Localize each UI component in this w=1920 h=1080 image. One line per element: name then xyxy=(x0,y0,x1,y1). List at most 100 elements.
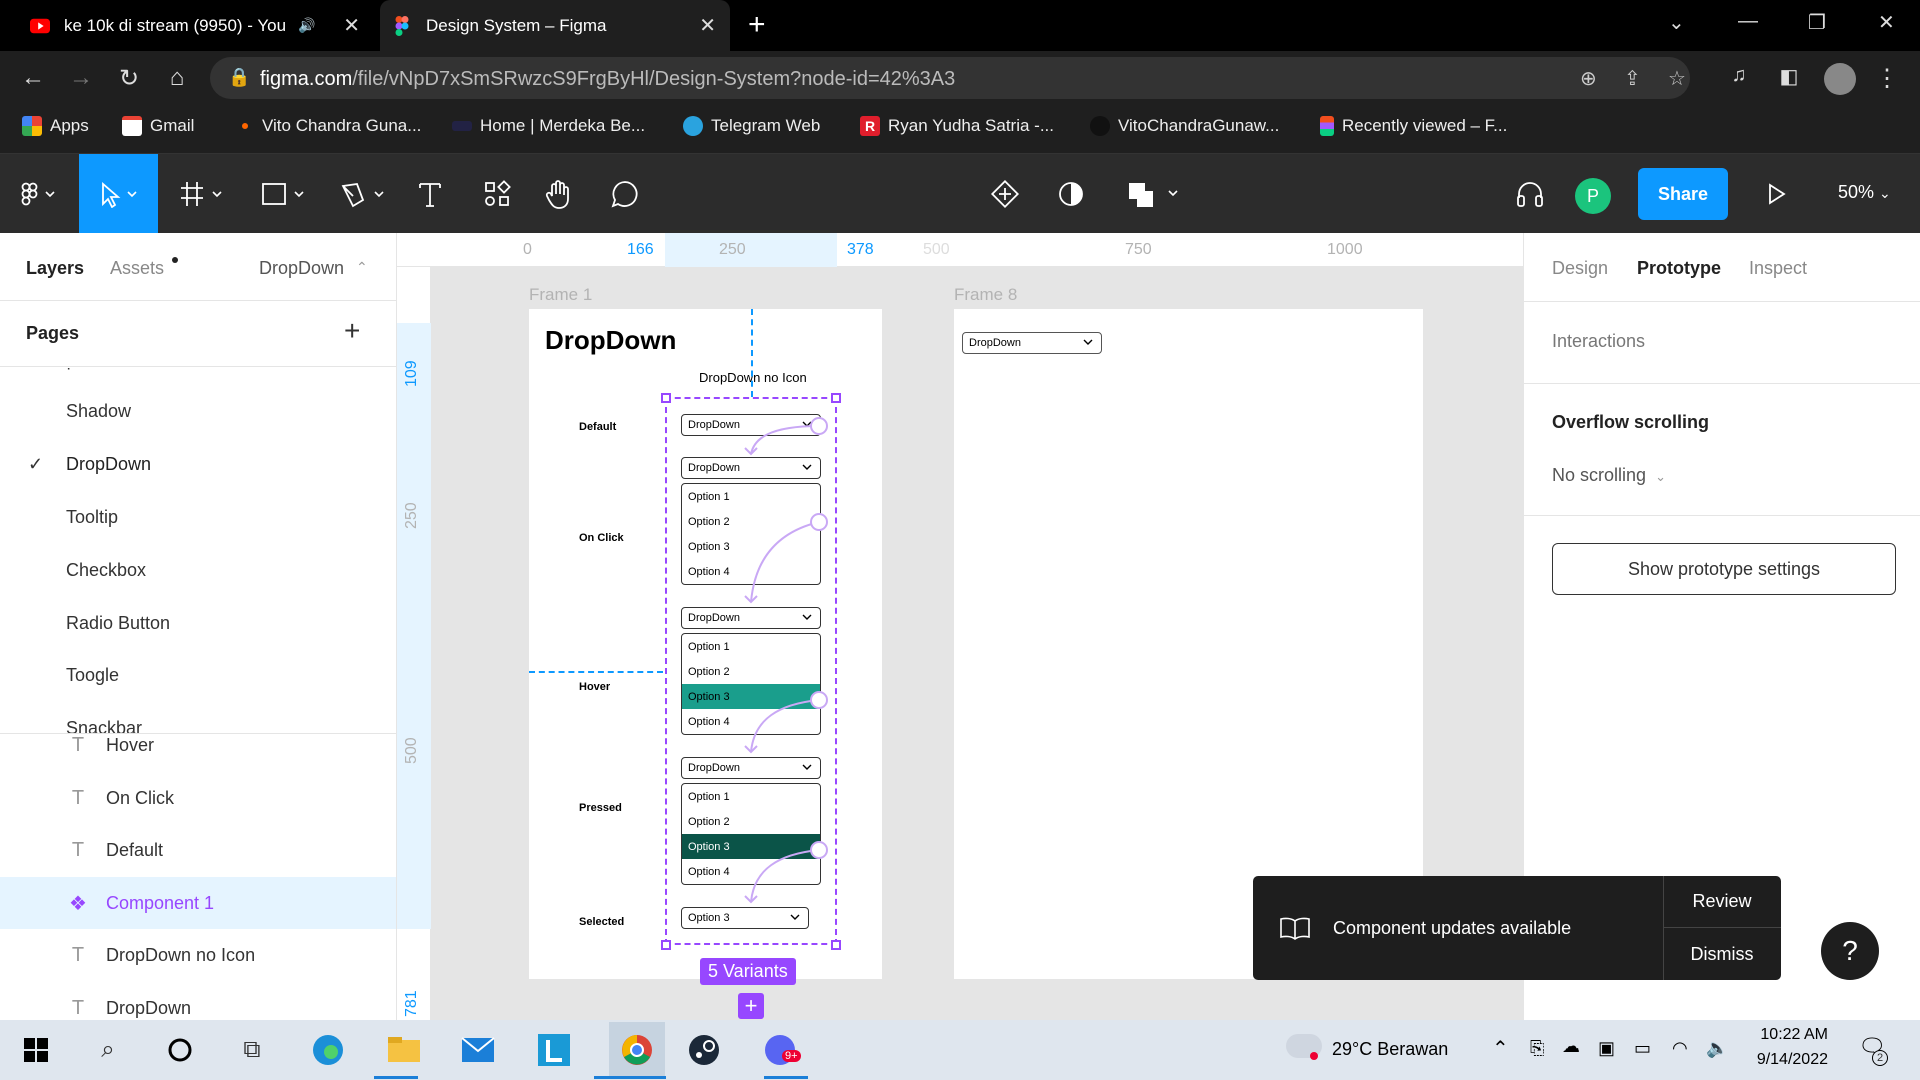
overflow-select[interactable]: No scrolling ⌄ xyxy=(1552,465,1666,486)
speaker-icon[interactable]: 🔊 xyxy=(298,17,315,34)
page-item-snackbar[interactable]: Snackbar xyxy=(66,718,142,733)
chrome-icon[interactable] xyxy=(609,1022,665,1078)
steam-icon[interactable] xyxy=(684,1030,724,1070)
layer-item[interactable]: T Hover xyxy=(0,733,396,771)
hand-tool[interactable] xyxy=(534,154,584,233)
chevron-up-icon[interactable]: ⌃ xyxy=(356,259,368,276)
close-window-icon[interactable]: ✕ xyxy=(1878,10,1895,35)
bookmark-vito[interactable]: Vito Chandra Guna... xyxy=(242,116,421,136)
move-tool[interactable] xyxy=(79,154,158,233)
review-button[interactable]: Review xyxy=(1663,876,1781,928)
component-set-selection[interactable] xyxy=(665,397,837,945)
tab-inspect[interactable]: Inspect xyxy=(1749,258,1807,279)
page-item-checkbox[interactable]: Checkbox xyxy=(66,560,146,581)
back-icon[interactable]: ← xyxy=(18,64,48,92)
layer-item-selected[interactable]: ❖ Component 1 xyxy=(0,877,396,929)
display-icon[interactable]: ▣ xyxy=(1598,1038,1615,1059)
bookmark-telegram[interactable]: Telegram Web xyxy=(683,116,820,136)
bookmark-github[interactable]: VitoChandraGunaw... xyxy=(1090,116,1279,136)
meet-now-icon[interactable]: ⎘ xyxy=(1530,1038,1544,1059)
start-button[interactable] xyxy=(16,1030,56,1070)
clock-date[interactable]: 9/14/2022 xyxy=(1746,1051,1828,1069)
search-icon[interactable]: ⌕ xyxy=(88,1030,128,1070)
frame-label[interactable]: Frame 1 xyxy=(529,285,592,305)
tab-youtube[interactable]: ke 10k di stream (9950) - You 🔊 ✕ xyxy=(14,0,374,51)
weather-text[interactable]: 29°C Berawan xyxy=(1332,1039,1448,1060)
bookmark-apps[interactable]: Apps xyxy=(22,116,89,136)
help-button[interactable]: ? xyxy=(1821,922,1879,980)
resize-handle[interactable] xyxy=(661,940,671,950)
add-variant-button[interactable]: + xyxy=(738,993,764,1019)
wifi-icon[interactable]: ◠ xyxy=(1672,1038,1688,1059)
page-item-toogle[interactable]: Toogle xyxy=(66,665,119,686)
volume-icon[interactable]: 🔈 xyxy=(1706,1038,1728,1059)
home-icon[interactable]: ⌂ xyxy=(162,64,192,92)
close-tab-icon[interactable]: ✕ xyxy=(343,13,360,38)
page-item-tooltip[interactable]: Tooltip xyxy=(66,507,118,528)
comment-tool[interactable] xyxy=(600,154,650,233)
show-prototype-settings-button[interactable]: Show prototype settings xyxy=(1552,543,1896,595)
reload-icon[interactable]: ↻ xyxy=(114,64,144,93)
main-menu-button[interactable] xyxy=(10,154,70,233)
url-text[interactable]: figma.com/file/vNpD7xSmSRwzcS9FrgByHl/De… xyxy=(260,68,955,91)
restore-icon[interactable]: ❐ xyxy=(1808,10,1826,35)
tab-figma[interactable]: Design System – Figma ✕ xyxy=(380,0,730,51)
bookmark-star-icon[interactable]: ☆ xyxy=(1668,66,1686,91)
layer-item[interactable]: T DropDown xyxy=(0,982,396,1020)
layer-item[interactable]: T Default xyxy=(0,824,396,876)
bookmark-merdeka[interactable]: Home | Merdeka Be... xyxy=(452,116,645,136)
tab-search-icon[interactable]: ⌄ xyxy=(1668,10,1685,35)
mail-icon[interactable] xyxy=(458,1030,498,1070)
audio-chat-button[interactable] xyxy=(1510,154,1550,233)
variants-badge[interactable]: 5 Variants xyxy=(700,958,796,985)
pen-tool[interactable] xyxy=(330,154,400,233)
page-item-dropdown[interactable]: DropDown xyxy=(66,454,151,475)
frame-label[interactable]: Frame 8 xyxy=(954,285,1017,305)
interactions-title[interactable]: Interactions xyxy=(1552,331,1645,352)
forward-icon[interactable]: → xyxy=(66,64,96,92)
close-tab-icon[interactable]: ✕ xyxy=(699,13,716,38)
text-tool[interactable] xyxy=(405,154,455,233)
page-selector[interactable]: DropDown xyxy=(259,258,344,279)
resize-handle[interactable] xyxy=(661,393,671,403)
task-view-icon[interactable]: ⧉ xyxy=(232,1030,272,1070)
dropdown-instance[interactable]: DropDown xyxy=(962,332,1102,354)
address-bar[interactable]: 🔒 figma.com/file/vNpD7xSmSRwzcS9FrgByHl/… xyxy=(210,57,1690,99)
new-tab-button[interactable]: + xyxy=(748,8,766,42)
mask-tool[interactable] xyxy=(1046,154,1096,233)
discord-icon[interactable]: 9+ xyxy=(760,1030,801,1070)
boolean-tool[interactable] xyxy=(1120,154,1190,233)
profile-avatar[interactable] xyxy=(1824,63,1856,95)
side-panel-icon[interactable]: ◧ xyxy=(1774,64,1804,89)
share-button[interactable]: Share xyxy=(1638,168,1728,220)
bookmark-gmail[interactable]: Gmail xyxy=(122,116,194,136)
share-page-icon[interactable]: ⇪ xyxy=(1624,66,1641,91)
resources-tool[interactable] xyxy=(472,154,522,233)
onedrive-icon[interactable]: ☁ xyxy=(1562,1036,1580,1057)
zoom-icon[interactable]: ⊕ xyxy=(1580,66,1597,91)
add-page-icon[interactable]: + xyxy=(344,315,360,347)
present-button[interactable] xyxy=(1756,154,1796,233)
clock-time[interactable]: 10:22 AM xyxy=(1748,1026,1828,1044)
frame-tool[interactable] xyxy=(170,154,240,233)
tab-design[interactable]: Design xyxy=(1552,258,1608,279)
bookmark-figma-recent[interactable]: Recently viewed – F... xyxy=(1320,116,1507,136)
app-l-icon[interactable] xyxy=(534,1030,574,1070)
page-item-shadow[interactable]: Shadow xyxy=(66,401,131,422)
component-tool[interactable] xyxy=(980,154,1030,233)
chevron-up-icon[interactable]: ⌃ xyxy=(1492,1036,1509,1061)
layer-item[interactable]: T DropDown no Icon xyxy=(0,929,396,981)
tab-layers[interactable]: Layers xyxy=(26,258,84,279)
battery-icon[interactable]: ▭ xyxy=(1634,1038,1651,1059)
file-explorer-icon[interactable] xyxy=(384,1030,424,1070)
resize-handle[interactable] xyxy=(831,940,841,950)
page-item-radio-button[interactable]: Radio Button xyxy=(66,613,170,634)
layer-item[interactable]: T On Click xyxy=(0,772,396,824)
more-menu-icon[interactable]: ⋮ xyxy=(1872,64,1902,93)
minimize-icon[interactable]: — xyxy=(1738,10,1758,33)
dismiss-button[interactable]: Dismiss xyxy=(1663,928,1781,980)
shape-tool[interactable] xyxy=(250,154,320,233)
resize-handle[interactable] xyxy=(831,393,841,403)
media-control-icon[interactable]: ♫ xyxy=(1724,64,1754,87)
edge-icon[interactable] xyxy=(308,1030,348,1070)
